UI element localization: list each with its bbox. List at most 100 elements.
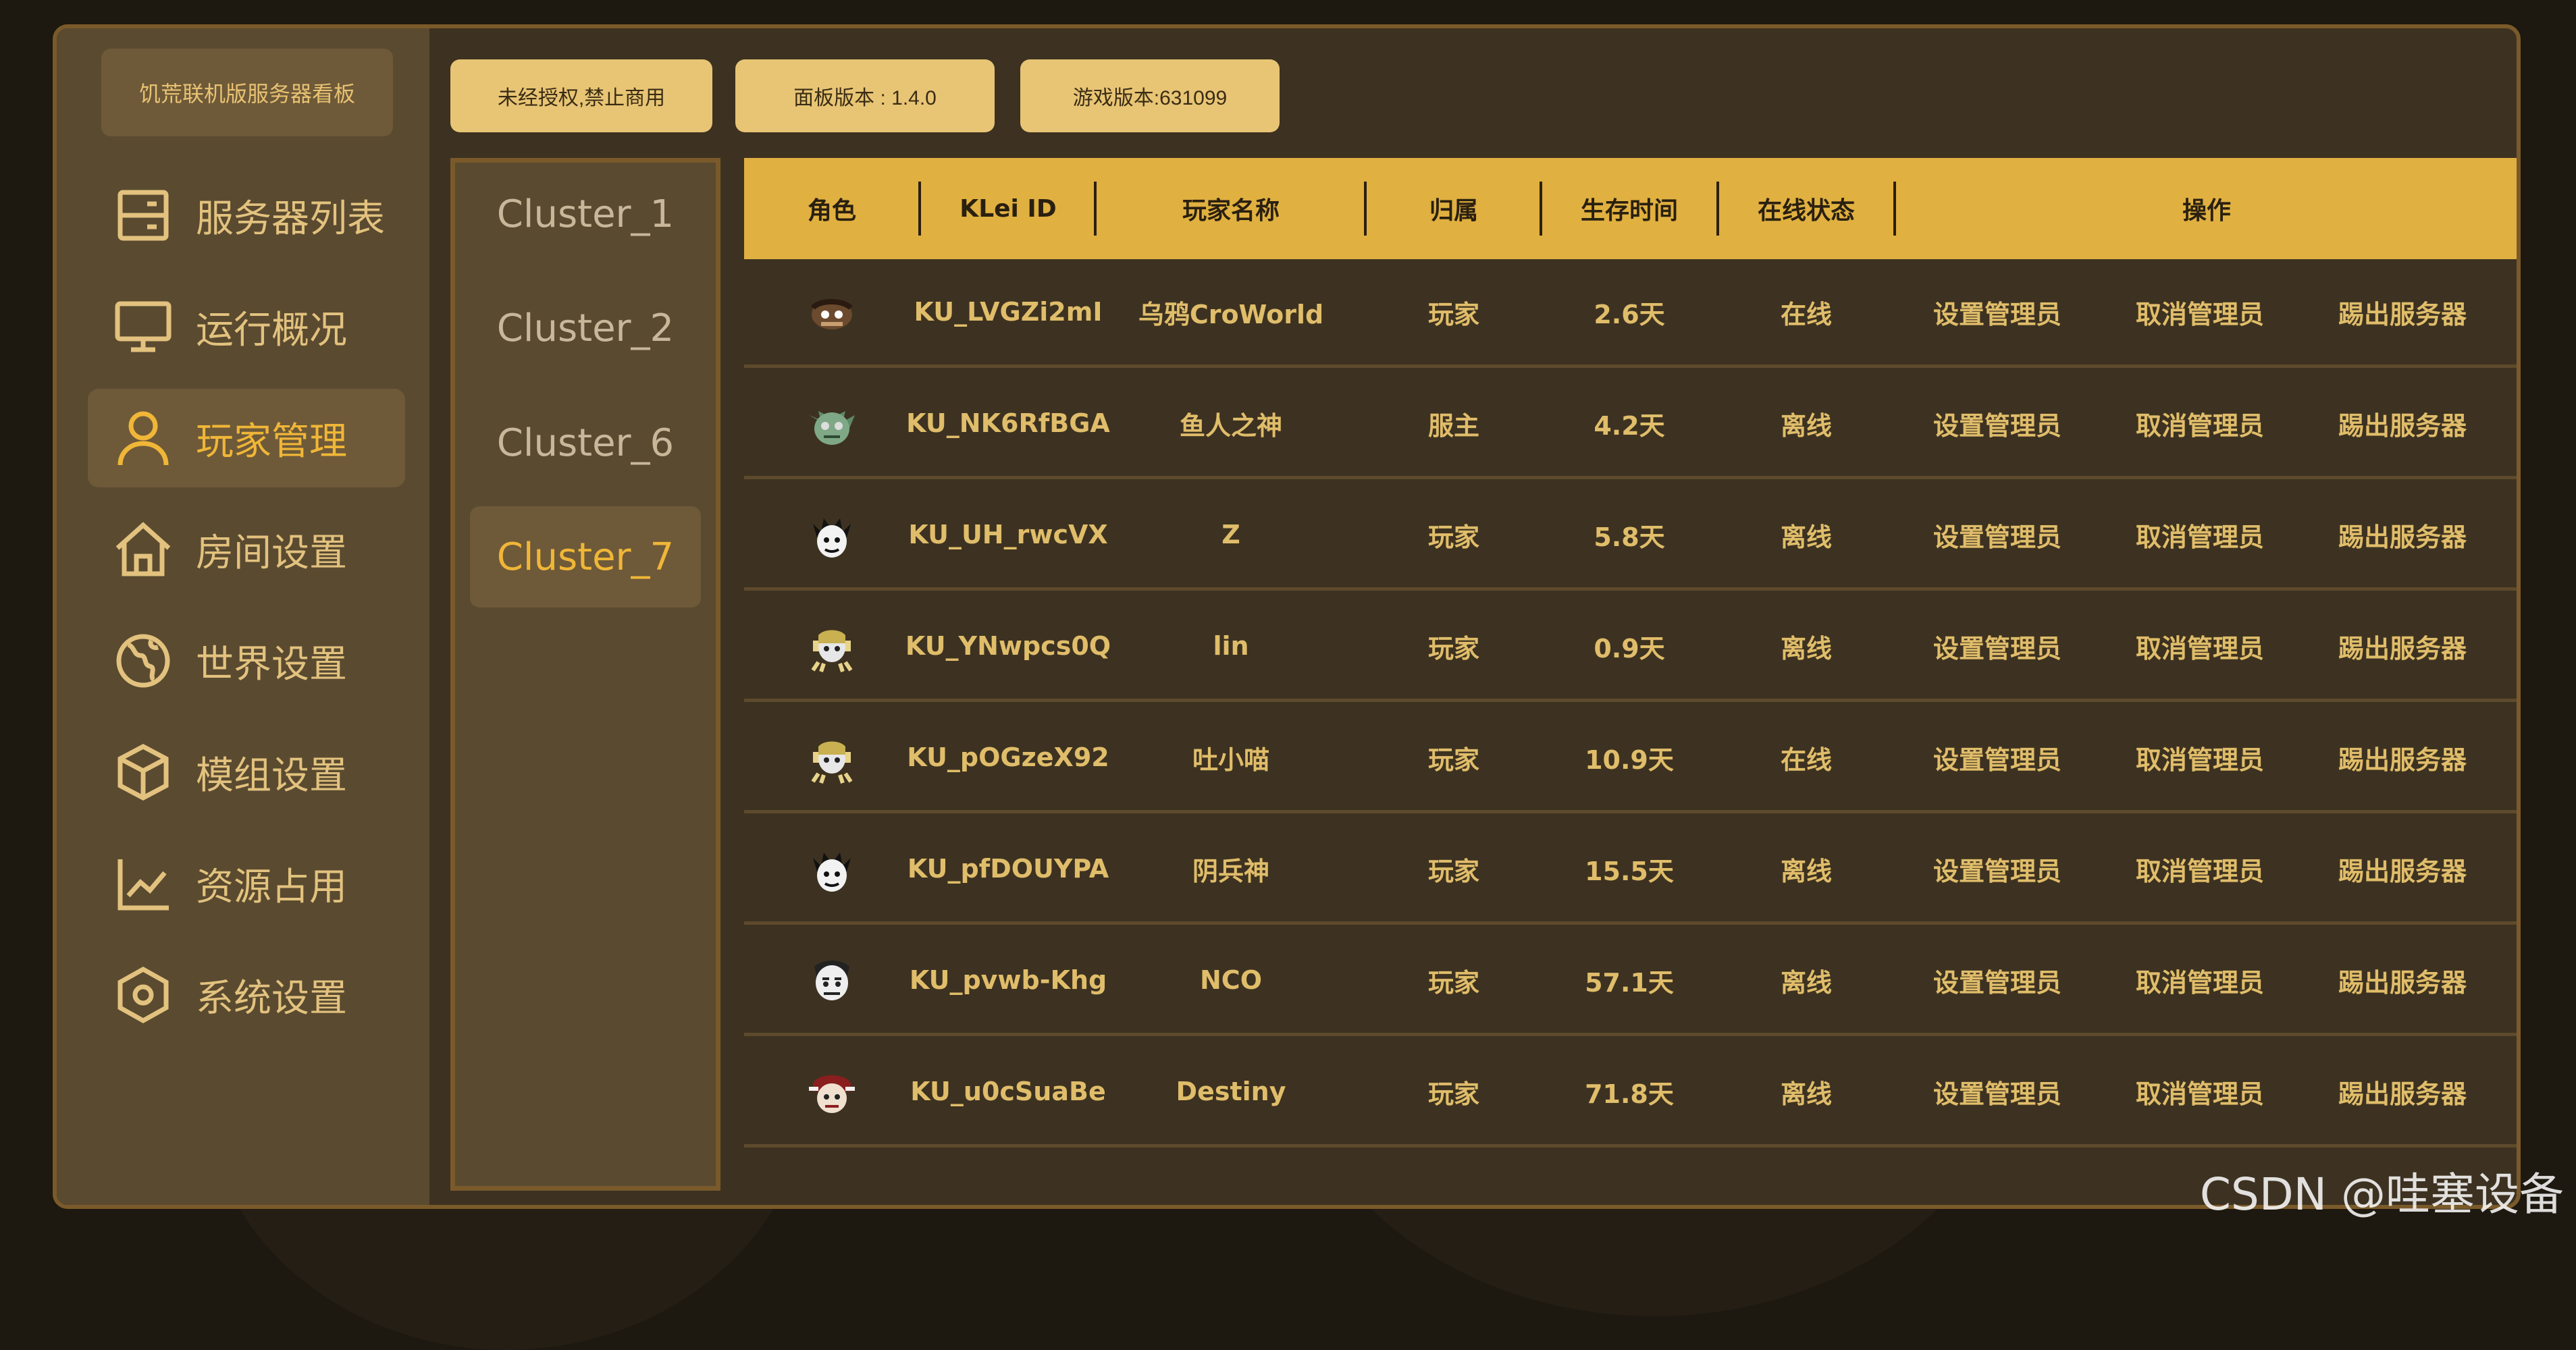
avatar <box>744 482 920 587</box>
set-admin-button[interactable]: 设置管理员 <box>1896 482 2099 587</box>
sidebar-item-user[interactable]: 玩家管理 <box>88 389 405 487</box>
remove-admin-button[interactable]: 取消管理员 <box>2099 371 2301 476</box>
cell-role: 玩家 <box>1427 633 1479 664</box>
sidebar-item-server[interactable]: 服务器列表 <box>88 166 405 265</box>
header-online-status: 在线状态 <box>1757 197 1855 225</box>
cell-survival: 71.8天 <box>1585 1079 1674 1109</box>
kick-player-button[interactable]: 踢出服务器 <box>2301 593 2504 699</box>
kick-player-button[interactable]: 踢出服务器 <box>2301 927 2504 1033</box>
cell-status: 离线 <box>1780 967 1832 998</box>
cell-klei-id: KU_NK6RfBGA <box>906 408 1110 438</box>
sidebar-item-label: 世界设置 <box>196 642 347 686</box>
remove-admin-button[interactable]: 取消管理员 <box>2099 482 2301 587</box>
panel-version-button[interactable]: 面板版本 : 1.4.0 <box>735 59 995 132</box>
chart-icon <box>111 851 176 916</box>
wigfrid-avatar-icon <box>805 1064 859 1118</box>
sidebar: 饥荒联机版服务器看板 服务器列表运行概况玩家管理房间设置世界设置模组设置资源占用… <box>57 28 429 1205</box>
set-admin-button[interactable]: 设置管理员 <box>1896 816 2099 921</box>
cell-name: NCO <box>1200 965 1262 995</box>
kick-player-button[interactable]: 踢出服务器 <box>2301 816 2504 921</box>
cluster-list: Cluster_1 Cluster_2 Cluster_6 Cluster_7 <box>450 158 720 1191</box>
sidebar-item-label: 玩家管理 <box>196 419 347 464</box>
avatar <box>744 371 920 476</box>
set-admin-button[interactable]: 设置管理员 <box>1896 259 2099 364</box>
game-version-button[interactable]: 游戏版本:631099 <box>1020 59 1280 132</box>
monitor-icon <box>111 294 176 359</box>
cell-survival: 2.6天 <box>1594 299 1665 329</box>
set-admin-button[interactable]: 设置管理员 <box>1896 1039 2099 1144</box>
table-header: 角色 KLei ID 玩家名称 归属 生存时间 在线状态 操作 <box>744 158 2517 259</box>
cell-klei-id: KU_pfDOUYPA <box>907 854 1109 884</box>
sidebar-item-cube[interactable]: 模组设置 <box>88 723 405 821</box>
table-row: KU_u0cSuaBe Destiny 玩家 71.8天 离线 设置管理员 取消管理员 踢出服… <box>744 1039 2517 1148</box>
cell-survival: 15.5天 <box>1585 856 1674 886</box>
brand-logo: 饥荒联机版服务器看板 <box>101 49 393 136</box>
cell-survival: 57.1天 <box>1585 967 1674 998</box>
app-window: 饥荒联机版服务器看板 服务器列表运行概况玩家管理房间设置世界设置模组设置资源占用… <box>53 24 2521 1209</box>
maxwell-avatar-icon <box>805 953 859 1007</box>
remove-admin-button[interactable]: 取消管理员 <box>2099 705 2301 810</box>
kick-player-button[interactable]: 踢出服务器 <box>2301 705 2504 810</box>
license-notice-button[interactable]: 未经授权,禁止商用 <box>450 59 712 132</box>
sidebar-item-label: 系统设置 <box>196 976 347 1021</box>
cluster-item[interactable]: Cluster_7 <box>470 506 701 608</box>
cell-role: 玩家 <box>1427 1079 1479 1109</box>
remove-admin-button[interactable]: 取消管理员 <box>2099 816 2301 921</box>
sidebar-item-monitor[interactable]: 运行概况 <box>88 277 405 376</box>
avatar <box>744 593 920 699</box>
kick-player-button[interactable]: 踢出服务器 <box>2301 482 2504 587</box>
set-admin-button[interactable]: 设置管理员 <box>1896 705 2099 810</box>
crow-avatar-icon <box>805 285 859 339</box>
cell-role: 服主 <box>1427 410 1479 441</box>
cell-status: 离线 <box>1780 410 1832 441</box>
sidebar-item-globe[interactable]: 世界设置 <box>88 612 405 710</box>
wilson-avatar-icon <box>805 842 859 896</box>
table-row: KU_UH_rwcVX Z 玩家 5.8天 离线 设置管理员 取消管理员 踢出服务器 <box>744 482 2517 591</box>
sidebar-item-label: 运行概况 <box>196 308 347 352</box>
avatar <box>744 927 920 1033</box>
cell-name: 阴兵神 <box>1192 856 1269 886</box>
header-klei-id: KLei ID <box>960 194 1057 223</box>
cell-survival: 10.9天 <box>1585 745 1674 775</box>
cell-survival: 4.2天 <box>1594 410 1665 441</box>
kick-player-button[interactable]: 踢出服务器 <box>2301 371 2504 476</box>
cell-survival: 5.8天 <box>1594 522 1665 552</box>
cluster-item[interactable]: Cluster_6 <box>470 392 701 493</box>
cell-status: 在线 <box>1780 299 1832 329</box>
cell-role: 玩家 <box>1427 967 1479 998</box>
cell-status: 离线 <box>1780 1079 1832 1109</box>
kick-player-button[interactable]: 踢出服务器 <box>2301 259 2504 364</box>
avatar <box>744 705 920 810</box>
sidebar-item-label: 资源占用 <box>196 865 347 909</box>
sidebar-item-label: 模组设置 <box>196 753 347 798</box>
remove-admin-button[interactable]: 取消管理员 <box>2099 593 2301 699</box>
table-row: KU_NK6RfBGA 鱼人之神 服主 4.2天 离线 设置管理员 取消管理员 踢出服务器 <box>744 371 2517 479</box>
cell-name: lin <box>1213 631 1249 661</box>
cell-name: Z <box>1221 520 1240 549</box>
cluster-item[interactable]: Cluster_1 <box>470 163 701 265</box>
remove-admin-button[interactable]: 取消管理员 <box>2099 259 2301 364</box>
remove-admin-button[interactable]: 取消管理员 <box>2099 1039 2301 1144</box>
cell-role: 玩家 <box>1427 522 1479 552</box>
avatar <box>744 816 920 921</box>
user-icon <box>111 406 176 470</box>
watermark: CSDN @哇塞设备 <box>2199 1168 2564 1220</box>
wilson-avatar-icon <box>805 508 859 562</box>
cell-klei-id: KU_YNwpcs0Q <box>905 631 1111 661</box>
cell-klei-id: KU_pvwb-Khg <box>909 965 1107 995</box>
set-admin-button[interactable]: 设置管理员 <box>1896 927 2099 1033</box>
cell-status: 在线 <box>1780 745 1832 775</box>
sidebar-item-home[interactable]: 房间设置 <box>88 500 405 599</box>
cell-name: 吐小喵 <box>1192 745 1269 775</box>
remove-admin-button[interactable]: 取消管理员 <box>2099 927 2301 1033</box>
kick-player-button[interactable]: 踢出服务器 <box>2301 1039 2504 1144</box>
sidebar-item-chart[interactable]: 资源占用 <box>88 834 405 933</box>
avatar <box>744 259 920 364</box>
avatar <box>744 1039 920 1144</box>
table-row: KU_pfDOUYPA 阴兵神 玩家 15.5天 离线 设置管理员 取消管理员 踢出服务器 <box>744 816 2517 925</box>
set-admin-button[interactable]: 设置管理员 <box>1896 593 2099 699</box>
cell-status: 离线 <box>1780 856 1832 886</box>
cluster-item[interactable]: Cluster_2 <box>470 277 701 379</box>
set-admin-button[interactable]: 设置管理员 <box>1896 371 2099 476</box>
sidebar-item-gear[interactable]: 系统设置 <box>88 946 405 1044</box>
